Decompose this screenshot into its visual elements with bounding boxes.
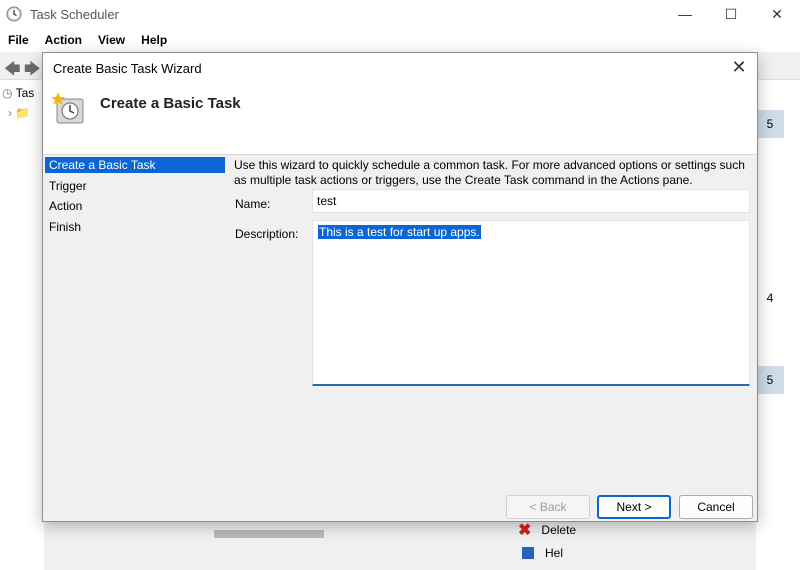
- help-action[interactable]: Hel: [522, 546, 563, 560]
- delete-action[interactable]: ✖ Delete: [518, 520, 576, 540]
- actions-pane: [756, 80, 800, 570]
- clock-icon: [6, 6, 22, 22]
- help-icon: [522, 547, 534, 559]
- wizard-titlebar: Create Basic Task Wizard ✕: [43, 53, 757, 83]
- tree-root-label: Tas: [15, 86, 35, 100]
- wizard-title: Create Basic Task Wizard: [53, 60, 202, 76]
- back-button[interactable]: < Back: [506, 495, 590, 519]
- count-badge: 5: [756, 110, 784, 138]
- description-textarea[interactable]: This is a test for start up apps.: [312, 220, 750, 386]
- count-badge: 4: [756, 284, 784, 312]
- maximize-icon[interactable]: ☐: [708, 0, 754, 28]
- menubar: File Action View Help: [0, 28, 800, 52]
- folder-clock-icon: 📁: [15, 106, 31, 120]
- wizard-header: Create a Basic Task: [43, 83, 757, 155]
- help-label: Hel: [545, 546, 564, 560]
- tree-item-library[interactable]: › 📁: [8, 106, 30, 120]
- main-titlebar: Task Scheduler — ☐ ✕: [0, 0, 800, 28]
- delete-label: Delete: [541, 523, 577, 537]
- menu-view[interactable]: View: [90, 33, 133, 47]
- chevron-right-icon: ›: [8, 106, 12, 120]
- cancel-button[interactable]: Cancel: [679, 495, 753, 519]
- background-bottom-pane: [186, 518, 756, 570]
- horizontal-scrollbar[interactable]: [214, 530, 324, 538]
- wizard-header-title: Create a Basic Task: [100, 95, 241, 112]
- wizard-steps: Create a Basic Task Trigger Action Finis…: [43, 155, 229, 523]
- name-input[interactable]: test: [312, 189, 750, 213]
- menu-file[interactable]: File: [0, 33, 37, 47]
- next-button[interactable]: Next >: [597, 495, 671, 519]
- delete-icon: ✖: [518, 522, 532, 539]
- step-finish[interactable]: Finish: [45, 219, 225, 235]
- name-label: Name:: [235, 197, 271, 211]
- menu-help[interactable]: Help: [133, 33, 175, 47]
- close-icon[interactable]: ✕: [729, 57, 749, 77]
- step-action[interactable]: Action: [45, 198, 225, 214]
- clock-icon: ◷: [2, 86, 13, 100]
- create-basic-task-wizard: Create Basic Task Wizard ✕ Create a Basi…: [42, 52, 758, 522]
- minimize-icon[interactable]: —: [662, 0, 708, 28]
- step-trigger[interactable]: Trigger: [45, 178, 225, 194]
- main-window-title: Task Scheduler: [30, 6, 119, 22]
- tree-item-root[interactable]: ◷ Tas: [2, 86, 34, 100]
- task-wizard-icon: [51, 92, 84, 124]
- close-window-icon[interactable]: ✕: [754, 0, 800, 28]
- count-badge: 5: [756, 366, 784, 394]
- step-create-basic-task[interactable]: Create a Basic Task: [45, 157, 225, 173]
- description-selected-text: This is a test for start up apps.: [318, 225, 481, 239]
- window-controls: — ☐ ✕: [662, 0, 800, 28]
- menu-action[interactable]: Action: [37, 33, 90, 47]
- wizard-intro-text: Use this wizard to quickly schedule a co…: [234, 158, 745, 187]
- navigation-tree: ◷ Tas › 📁: [0, 80, 44, 570]
- description-label: Description:: [235, 227, 299, 241]
